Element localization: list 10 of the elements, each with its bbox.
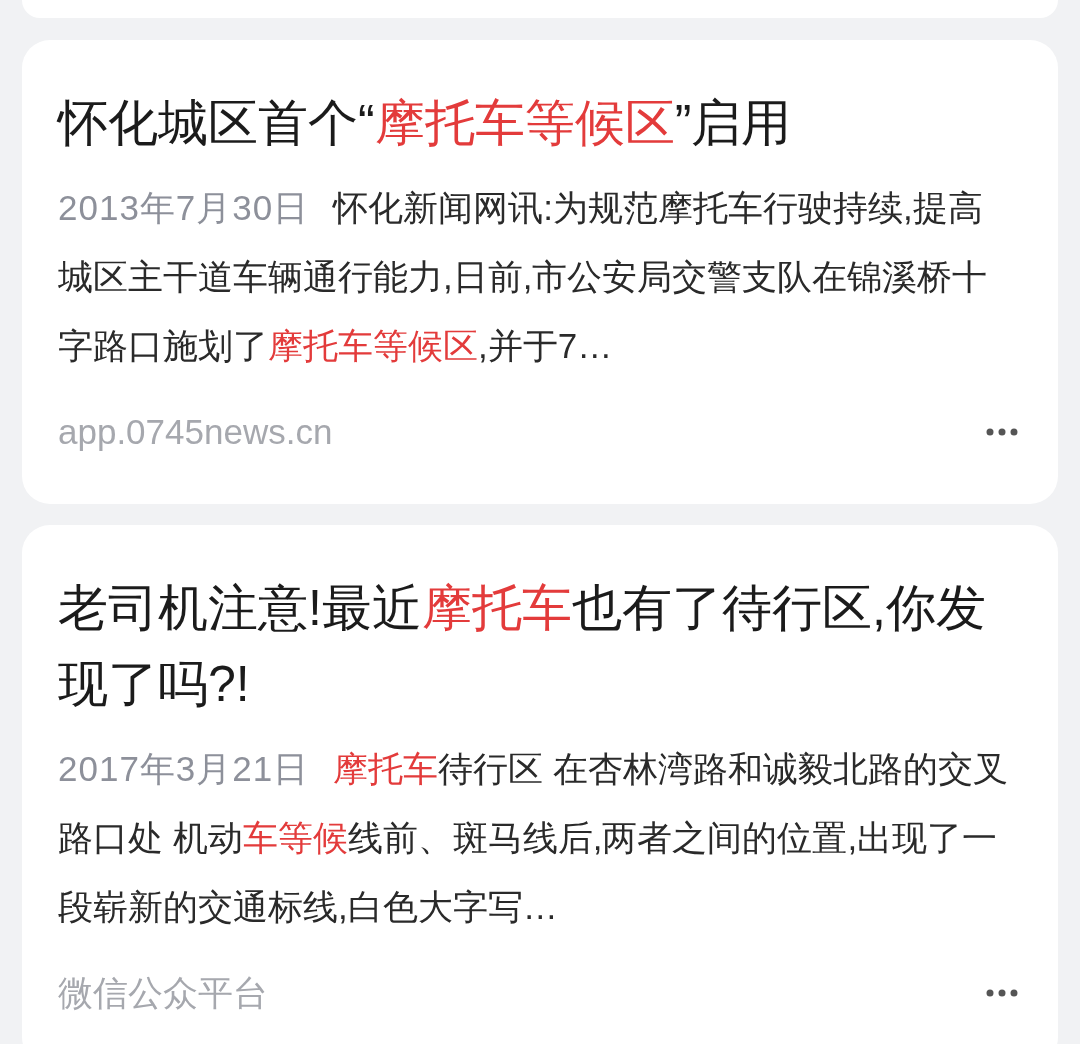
result-title[interactable]: 老司机注意!最近摩托车也有了待行区,你发现了吗?! — [58, 570, 1008, 722]
result-source: 微信公众平台 — [58, 971, 268, 1014]
result-title[interactable]: 怀化城区首个“摩托车等候区”启用 — [58, 85, 1008, 161]
more-icon[interactable] — [986, 428, 1018, 436]
result-snippet: 2013年7月30日 怀化新闻网讯:为规范摩托车行驶持续,提高城区主干道车辆通行能力,日前,市公安局交警支队在锦溪桥十字路口施划了摩托车等候区,并于7… — [58, 187, 989, 367]
more-icon[interactable] — [986, 989, 1018, 997]
search-result-card[interactable]: 老司机注意!最近摩托车也有了待行区,你发现了吗?! 2017年3月21日 摩托车待行区 在杏林湾路和诚毅北路的交叉路口处 机动车等候线前、斑马线后,两者之间的位置,出现了一段崭新的交通标线,白色大字写… 微信公众平台 — [22, 525, 1058, 1044]
result-source: app.0745news.cn — [58, 412, 333, 452]
search-result-card[interactable]: 怀化城区首个“摩托车等候区”启用 2013年7月30日 怀化新闻网讯:为规范摩托车行驶持续,提高城区主干道车辆通行能力,日前,市公安局交警支队在锦溪桥十字路口施划了摩托车等候区,并于7… app.0745news.cn — [22, 40, 1058, 504]
result-snippet: 2017年3月21日 摩托车待行区 在杏林湾路和诚毅北路的交叉路口处 机动车等候线前、斑马线后,两者之间的位置,出现了一段崭新的交通标线,白色大字写… — [58, 748, 1008, 928]
